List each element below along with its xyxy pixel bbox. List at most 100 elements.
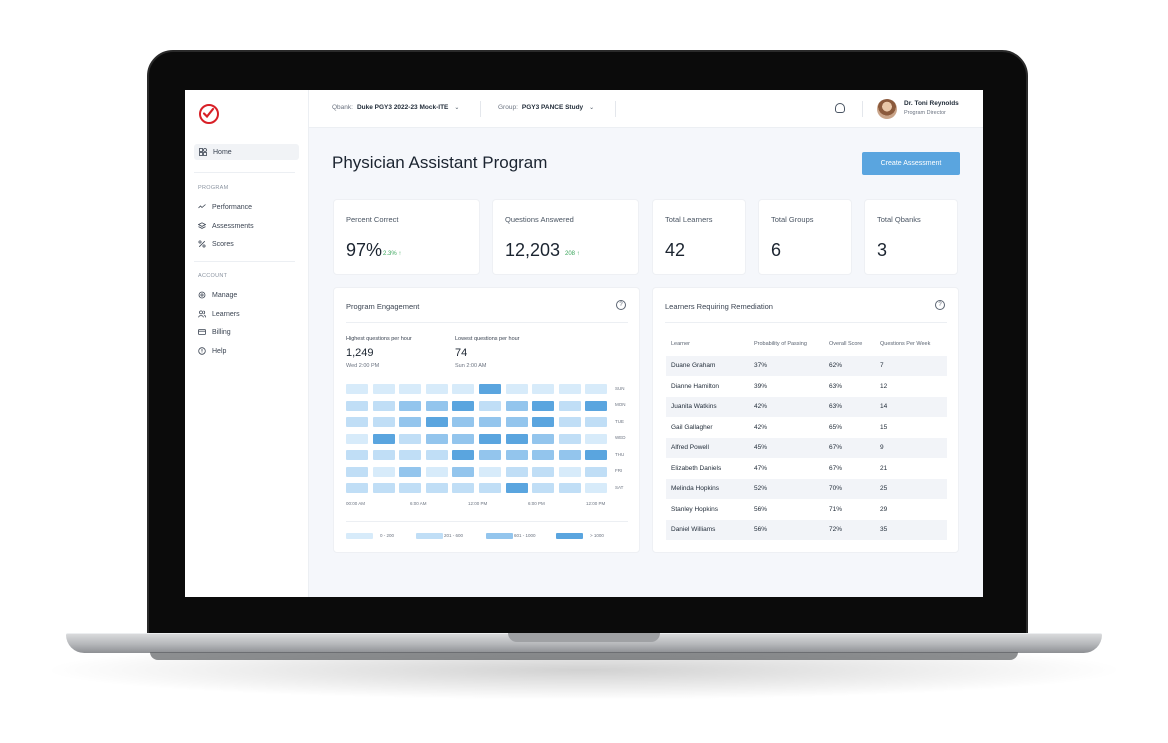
table-row[interactable]: Elizabeth Daniels 47% 67% 21 bbox=[666, 459, 947, 479]
table-cell: 7 bbox=[880, 362, 884, 369]
sidebar-item-scores[interactable]: Scores bbox=[198, 238, 234, 250]
topbar-divider bbox=[862, 101, 863, 117]
table-cell: 12 bbox=[880, 382, 888, 390]
topbar-divider bbox=[480, 101, 481, 117]
stat-value: 3 bbox=[877, 240, 888, 260]
highest-time: Wed 2:00 PM bbox=[346, 363, 380, 369]
stat-label: Total Learners bbox=[665, 215, 713, 224]
table-cell: Stanley Hopkins bbox=[671, 505, 718, 513]
heatmap-cell bbox=[372, 400, 395, 411]
column-header: Overall Score bbox=[829, 341, 863, 347]
heatmap-cell bbox=[346, 417, 368, 427]
info-icon[interactable]: ? bbox=[616, 300, 626, 310]
heatmap-cell bbox=[452, 384, 475, 394]
table-row[interactable]: Daniel Williams 56% 72% 35 bbox=[666, 520, 947, 540]
heatmap-cell bbox=[585, 450, 608, 460]
heatmap-cell bbox=[399, 400, 422, 411]
table-row[interactable]: Dianne Hamilton 39% 63% 12 bbox=[666, 377, 947, 397]
sidebar-item-label: Billing bbox=[212, 328, 231, 336]
layers-icon bbox=[197, 222, 207, 230]
sidebar-divider bbox=[194, 261, 295, 262]
heatmap-cell bbox=[479, 483, 501, 493]
heatmap-day-label: WED bbox=[615, 435, 626, 440]
heatmap-cell bbox=[372, 384, 395, 394]
heatmap-cell bbox=[532, 433, 555, 444]
group-select[interactable]: Group: PGY3 PANCE Study ⌄ bbox=[498, 104, 594, 111]
legend-swatch bbox=[346, 533, 373, 539]
heatmap-day-label: SAT bbox=[615, 485, 624, 490]
stat-value: 6 bbox=[771, 240, 782, 260]
table-row[interactable]: Alfred Powell 45% 67% 9 bbox=[666, 438, 947, 458]
sidebar-item-manage[interactable]: Manage bbox=[198, 289, 237, 301]
table-row[interactable]: Juanita Watkins 42% 63% 14 bbox=[666, 397, 947, 417]
table-cell: 14 bbox=[880, 403, 888, 410]
table-cell: Elizabeth Daniels bbox=[671, 464, 722, 472]
column-header: Questions Per Week bbox=[880, 341, 931, 347]
card-divider bbox=[346, 521, 628, 522]
qbank-select[interactable]: Qbank: Duke PGY3 2022-23 Mock-ITE ⌄ bbox=[332, 104, 459, 111]
page-title: Physician Assistant Program bbox=[332, 153, 548, 172]
heatmap-cell bbox=[479, 466, 501, 477]
heatmap-cell bbox=[452, 400, 475, 411]
stat-value: 12,203 bbox=[505, 240, 561, 260]
heatmap-day-label: THU bbox=[615, 452, 625, 457]
heatmap-cell bbox=[399, 450, 422, 460]
sidebar-section-account: ACCOUNT bbox=[198, 273, 228, 279]
heatmap-cell bbox=[532, 400, 555, 411]
sidebar-item-help[interactable]: Help bbox=[198, 345, 226, 357]
percent-icon bbox=[198, 240, 206, 248]
remediation-card: Learners Requiring Remediation ? Learner… bbox=[652, 287, 959, 553]
sidebar-item-label: Learners bbox=[212, 310, 240, 318]
heatmap-cell bbox=[505, 400, 528, 411]
heatmap-cell bbox=[425, 483, 448, 493]
heatmap-time-label: 12:00 PM bbox=[586, 501, 606, 506]
table-cell: 42% bbox=[754, 423, 768, 431]
legend-label: 601 - 1000 bbox=[514, 533, 536, 538]
sidebar-item-home[interactable]: Home bbox=[194, 144, 299, 160]
table-row[interactable]: Gail Gallagher 42% 65% 15 bbox=[666, 418, 947, 438]
sidebar-item-assessments[interactable]: Assessments bbox=[197, 220, 254, 232]
table-cell: 62% bbox=[829, 362, 843, 369]
bell-icon[interactable] bbox=[835, 103, 845, 113]
table-row[interactable]: Duane Graham 37% 62% 7 bbox=[666, 356, 947, 376]
legend-label: 0 - 200 bbox=[380, 533, 395, 538]
sidebar-item-billing[interactable]: Billing bbox=[198, 326, 231, 338]
heatmap-cell bbox=[505, 384, 528, 394]
table-cell: 71% bbox=[829, 505, 843, 513]
info-icon[interactable]: ? bbox=[935, 300, 945, 310]
create-assessment-button[interactable]: Create Assessment bbox=[862, 152, 960, 175]
stat-delta: 2.3% ↑ bbox=[383, 251, 402, 257]
checkmark-circle-logo-icon[interactable] bbox=[199, 104, 219, 124]
heatmap-cell bbox=[558, 466, 581, 477]
table-row[interactable]: Stanley Hopkins 56% 71% 29 bbox=[666, 500, 947, 520]
avatar[interactable] bbox=[877, 99, 897, 119]
stat-card-total-learners: Total Learners 42 bbox=[652, 199, 746, 275]
sidebar-item-learners[interactable]: Learners bbox=[198, 308, 240, 320]
table-cell: 56% bbox=[754, 505, 768, 513]
heatmap-cell bbox=[399, 384, 422, 394]
heatmap-cell bbox=[505, 466, 528, 477]
table-cell: 72% bbox=[829, 526, 843, 533]
stat-label: Percent Correct bbox=[346, 215, 399, 224]
user-role: Program Director bbox=[904, 110, 946, 116]
legend-swatch bbox=[556, 533, 583, 539]
heatmap-day-label: TUE bbox=[615, 419, 624, 424]
stat-card-total-qbanks: Total Qbanks 3 bbox=[864, 199, 958, 275]
stat-value: 97% bbox=[346, 240, 383, 260]
help-icon bbox=[198, 347, 206, 355]
heatmap-cell bbox=[479, 433, 501, 444]
table-row[interactable]: Melinda Hopkins 52% 70% 25 bbox=[666, 479, 947, 499]
heatmap-cell bbox=[346, 466, 368, 477]
highest-value: 1,249 bbox=[346, 347, 374, 359]
table-cell: Duane Graham bbox=[671, 362, 716, 369]
heatmap-cell bbox=[558, 450, 581, 460]
heatmap-cell bbox=[479, 417, 501, 427]
heatmap-cell bbox=[372, 450, 395, 460]
heatmap-cell bbox=[479, 400, 501, 411]
sidebar-item-label: Assessments bbox=[212, 222, 254, 230]
sidebar-item-performance[interactable]: Performance bbox=[198, 201, 252, 213]
heatmap-cell bbox=[505, 417, 528, 427]
gear-icon bbox=[198, 291, 206, 299]
heatmap-cell bbox=[346, 400, 368, 411]
group-select-value: PGY3 PANCE Study bbox=[521, 104, 584, 111]
